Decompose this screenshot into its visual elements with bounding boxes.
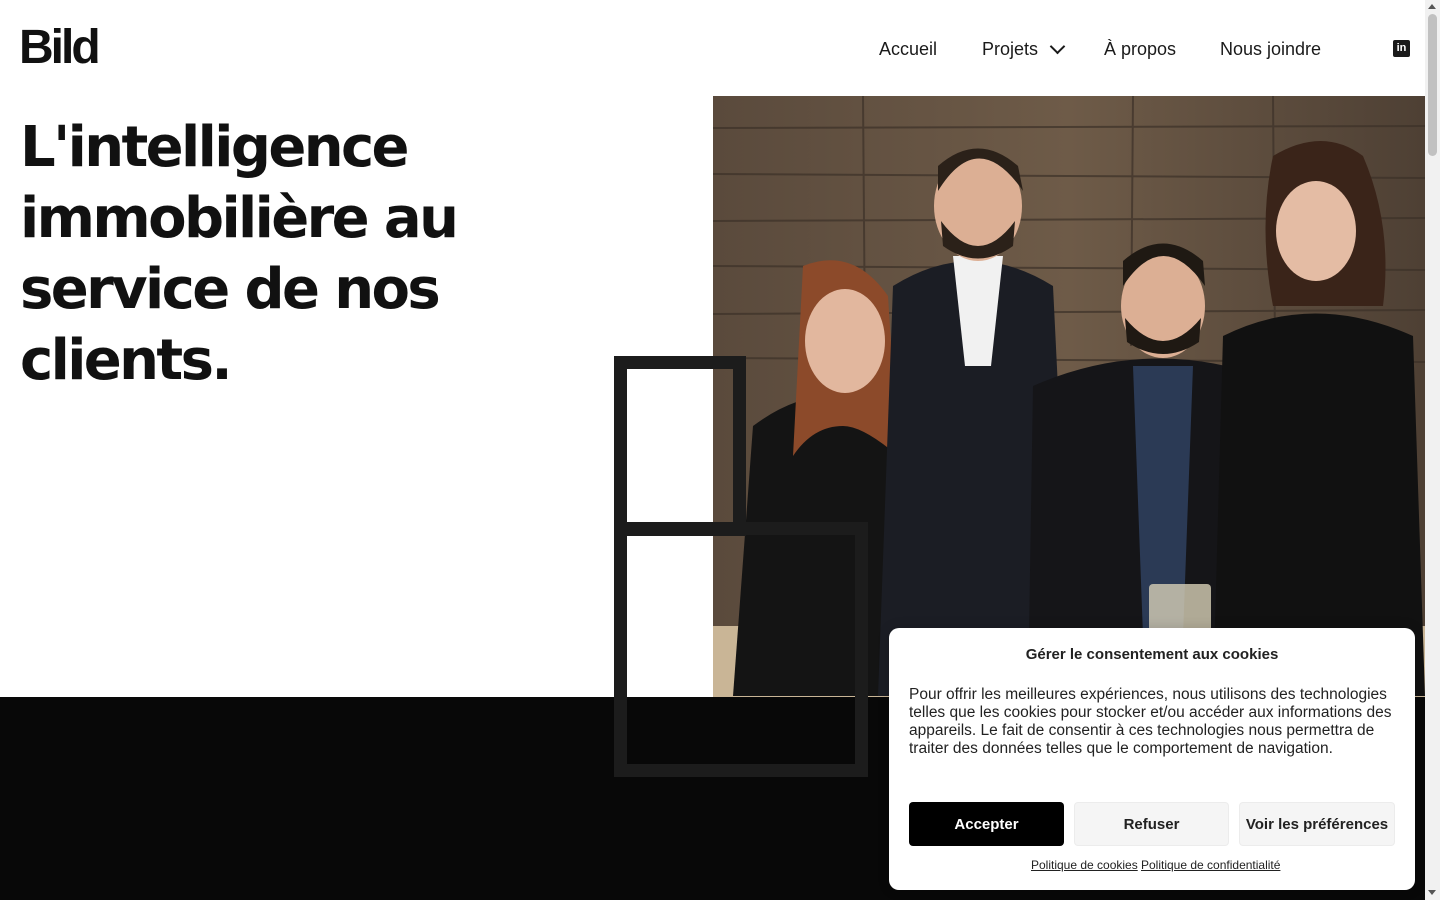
refuse-button[interactable]: Refuser [1074, 802, 1229, 846]
site-logo[interactable]: Bild [19, 22, 101, 74]
cookie-policy-link[interactable]: Politique de cookies [1031, 858, 1138, 872]
cookie-banner-text: Pour offrir les meilleures expériences, … [909, 686, 1392, 757]
linkedin-icon[interactable]: in [1393, 40, 1410, 57]
nav-item-accueil[interactable]: Accueil [879, 36, 937, 62]
scrollbar-thumb[interactable] [1428, 14, 1437, 156]
cookie-consent-banner: Gérer le consentement aux cookies Pour o… [889, 628, 1415, 890]
hero-headline: L'intelligence immobilière au service de… [20, 112, 640, 396]
headline-line: L'intelligence [20, 115, 410, 180]
chevron-down-icon [1049, 38, 1066, 55]
decorative-frame-bottom [614, 522, 868, 777]
site-header: Bild Accueil Projets À propos Nous joind… [0, 0, 1440, 96]
nav-item-projets[interactable]: Projets [982, 36, 1066, 62]
view-preferences-button[interactable]: Voir les préférences [1239, 802, 1395, 846]
page-scrollbar[interactable] [1425, 0, 1440, 900]
nav-label: Nous joindre [1220, 38, 1322, 59]
privacy-policy-link[interactable]: Politique de confidentialité [1141, 858, 1280, 872]
decorative-frame-top [614, 356, 746, 536]
scroll-up-arrow-icon[interactable] [1428, 4, 1436, 9]
nav-label: À propos [1104, 38, 1177, 59]
nav-label: Accueil [879, 38, 938, 59]
nav-item-nous-joindre[interactable]: Nous joindre [1220, 36, 1321, 62]
headline-line: service de nos clients. [20, 257, 441, 393]
accept-button[interactable]: Accepter [909, 802, 1064, 846]
nav-item-a-propos[interactable]: À propos [1104, 36, 1176, 62]
nav-label: Projets [982, 38, 1039, 59]
cookie-banner-title: Gérer le consentement aux cookies [1025, 646, 1279, 663]
headline-line: immobilière au [20, 186, 459, 251]
scroll-down-arrow-icon[interactable] [1428, 890, 1436, 895]
